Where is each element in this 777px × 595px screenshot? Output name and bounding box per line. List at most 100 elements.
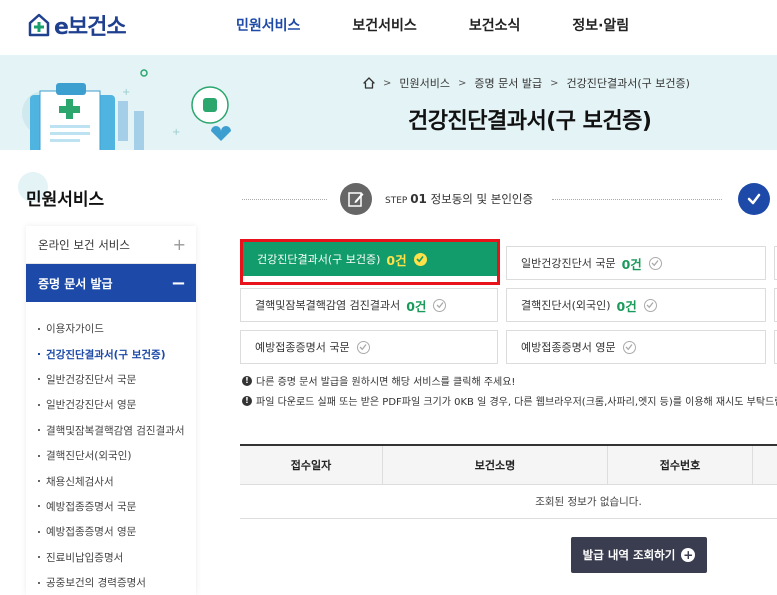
col-header-number: 접수번호 xyxy=(608,446,753,484)
col-header-date: 접수일자 xyxy=(240,446,383,484)
empty-message: 조회된 정보가 없습니다. xyxy=(535,496,642,508)
selection-highlight xyxy=(240,239,500,285)
cert-card-tb-foreigner[interactable]: 결핵진단서(외국인) 0건 xyxy=(506,288,766,322)
clipboard-illustration: + + xyxy=(22,69,231,150)
plus-icon: + xyxy=(172,235,186,254)
notice-text: 다른 증명 문서 발급을 원하시면 해당 서비스를 클릭해 주세요! xyxy=(256,377,516,388)
page-banner: + + > 민원서비스 > 증명 문서 발급 > 건강진단결과서(구 보건증) … xyxy=(0,55,777,150)
nav-health-news[interactable]: 보건소식 xyxy=(469,15,521,35)
sidebar-menu: 온라인 보건 서비스 + 증명 문서 발급 − 이용자가이드 건강진단결과서(구… xyxy=(26,226,196,595)
nav-health-service[interactable]: 보건서비스 xyxy=(352,15,416,35)
nav-info-notice[interactable]: 정보·알림 xyxy=(572,15,629,35)
check-circle-icon xyxy=(622,340,636,354)
home-icon[interactable] xyxy=(363,77,375,89)
breadcrumb-item[interactable]: 건강진단결과서(구 보건증) xyxy=(567,75,690,91)
cert-card-general-kor[interactable]: 일반건강진단서 국문 0건 xyxy=(506,246,766,280)
submenu-label: 예방접종증명서 국문 xyxy=(46,500,137,513)
sidebar-title: 민원서비스 xyxy=(26,190,105,210)
chevron-right-icon: > xyxy=(383,77,392,89)
main-nav: 민원서비스 보건서비스 보건소식 정보·알림 xyxy=(236,15,629,35)
submenu-label: 결핵및잠복결핵감염 검진결과서 xyxy=(46,424,185,437)
bullet-icon xyxy=(38,505,40,508)
plus-circle-icon: + xyxy=(681,548,696,562)
sidebar-item-certificate[interactable]: 증명 문서 발급 − xyxy=(26,264,196,302)
cert-label: 일반건강진단서 국문 xyxy=(521,257,616,270)
breadcrumb-item[interactable]: 증명 문서 발급 xyxy=(474,75,542,91)
bullet-icon xyxy=(38,378,40,381)
step-label: STEP 01 정보동의 및 본인인증 xyxy=(385,191,533,207)
sidebar-submenu: 이용자가이드 건강진단결과서(구 보건증) 일반건강진단서 국문 일반건강진단서… xyxy=(26,302,196,595)
cert-label: 결핵진단서(외국인) xyxy=(521,299,611,312)
sidebar-item-online-health[interactable]: 온라인 보건 서비스 + xyxy=(26,226,196,264)
page-title: 건강진단결과서(구 보건증) xyxy=(408,109,652,134)
submenu-item[interactable]: 진료비납입증명서 xyxy=(26,545,196,570)
notice-text: 파일 다운로드 실패 또는 받은 PDF파일 크기가 0KB 일 경우, 다른 … xyxy=(256,397,777,408)
submenu-label: 공중보건의 경력증명서 xyxy=(46,577,146,590)
step-current-badge xyxy=(340,183,372,215)
submenu-item-active[interactable]: 건강진단결과서(구 보건증) xyxy=(26,341,196,366)
submenu-item[interactable]: 채용신체검사서 xyxy=(26,468,196,493)
notice-line: ! 파일 다운로드 실패 또는 받은 PDF파일 크기가 0KB 일 경우, 다… xyxy=(242,393,777,408)
submenu-label: 건강진단결과서(구 보건증) xyxy=(46,348,166,361)
bullet-icon xyxy=(38,581,40,584)
sidebar-item-label: 온라인 보건 서비스 xyxy=(38,237,130,252)
step-divider xyxy=(552,199,722,200)
submenu-item[interactable]: 예방접종증명서 국문 xyxy=(26,494,196,519)
bullet-icon xyxy=(38,556,40,559)
exclamation-icon: ! xyxy=(242,375,252,386)
check-circle-icon xyxy=(643,298,657,312)
table-empty-row: 조회된 정보가 없습니다. xyxy=(240,485,777,519)
edit-document-icon xyxy=(348,192,364,207)
submenu-item[interactable]: 결핵및잠복결핵감염 검진결과서 xyxy=(26,418,196,443)
submenu-label: 진료비납입증명서 xyxy=(46,551,124,564)
cert-count: 0건 xyxy=(621,256,642,272)
step-title: 정보동의 및 본인인증 xyxy=(430,192,534,206)
notice-line: ! 다른 증명 문서 발급을 원하시면 해당 서비스를 클릭해 주세요! xyxy=(242,373,515,388)
breadcrumb: > 민원서비스 > 증명 문서 발급 > 건강진단결과서(구 보건증) xyxy=(363,75,690,91)
bullet-icon xyxy=(38,327,40,330)
sidebar-item-label: 증명 문서 발급 xyxy=(38,276,113,291)
submenu-label: 이용자가이드 xyxy=(46,323,104,336)
cert-label: 예방접종증명서 영문 xyxy=(521,341,616,354)
site-header: e보건소 민원서비스 보건서비스 보건소식 정보·알림 xyxy=(0,0,777,55)
view-history-button[interactable]: 발급 내역 조회하기 + xyxy=(571,537,707,573)
cert-count: 0건 xyxy=(616,298,637,314)
submenu-label: 일반건강진단서 국문 xyxy=(46,373,137,386)
house-plus-icon xyxy=(28,13,50,37)
cert-card-tb-result[interactable]: 결핵및잠복결핵감염 검진결과서 0건 xyxy=(240,288,498,322)
bullet-icon xyxy=(38,429,40,432)
nav-civil-service[interactable]: 민원서비스 xyxy=(236,15,300,35)
svg-text:+: + xyxy=(122,87,130,98)
submenu-item[interactable]: 일반건강진단서 국문 xyxy=(26,367,196,392)
submenu-label: 일반건강진단서 영문 xyxy=(46,399,137,412)
minus-icon: − xyxy=(170,272,186,294)
submenu-item[interactable]: 결핵진단서(외국인) xyxy=(26,443,196,468)
bullet-icon xyxy=(38,403,40,406)
site-logo[interactable]: e보건소 xyxy=(28,9,127,41)
submenu-item[interactable]: 예방접종증명서 영문 xyxy=(26,519,196,544)
check-circle-icon xyxy=(433,298,447,312)
submenu-label: 결핵진단서(외국인) xyxy=(46,450,132,463)
table-header: 접수일자 보건소명 접수번호 xyxy=(240,444,777,485)
check-circle-icon xyxy=(648,256,662,270)
submenu-item[interactable]: 공중보건의 경력증명서 xyxy=(26,570,196,595)
chevron-right-icon: > xyxy=(458,77,467,89)
svg-text:+: + xyxy=(172,127,180,138)
submenu-label: 예방접종증명서 영문 xyxy=(46,526,137,539)
bullet-icon xyxy=(38,353,40,356)
logo-text: e보건소 xyxy=(54,15,127,40)
step-next-badge xyxy=(738,183,770,215)
cert-label: 예방접종증명서 국문 xyxy=(255,341,350,354)
bullet-icon xyxy=(38,454,40,457)
cert-card-vaccine-eng[interactable]: 예방접종증명서 영문 xyxy=(506,330,766,364)
breadcrumb-item[interactable]: 민원서비스 xyxy=(399,75,450,91)
cert-card-vaccine-kor[interactable]: 예방접종증명서 국문 xyxy=(240,330,498,364)
exclamation-icon: ! xyxy=(242,395,252,406)
col-header-extra xyxy=(753,446,777,484)
submenu-item[interactable]: 일반건강진단서 영문 xyxy=(26,392,196,417)
submenu-item[interactable]: 이용자가이드 xyxy=(26,316,196,341)
bullet-icon xyxy=(38,480,40,483)
button-label: 발급 내역 조회하기 xyxy=(582,548,676,562)
check-circle-icon xyxy=(356,340,370,354)
bullet-icon xyxy=(38,530,40,533)
